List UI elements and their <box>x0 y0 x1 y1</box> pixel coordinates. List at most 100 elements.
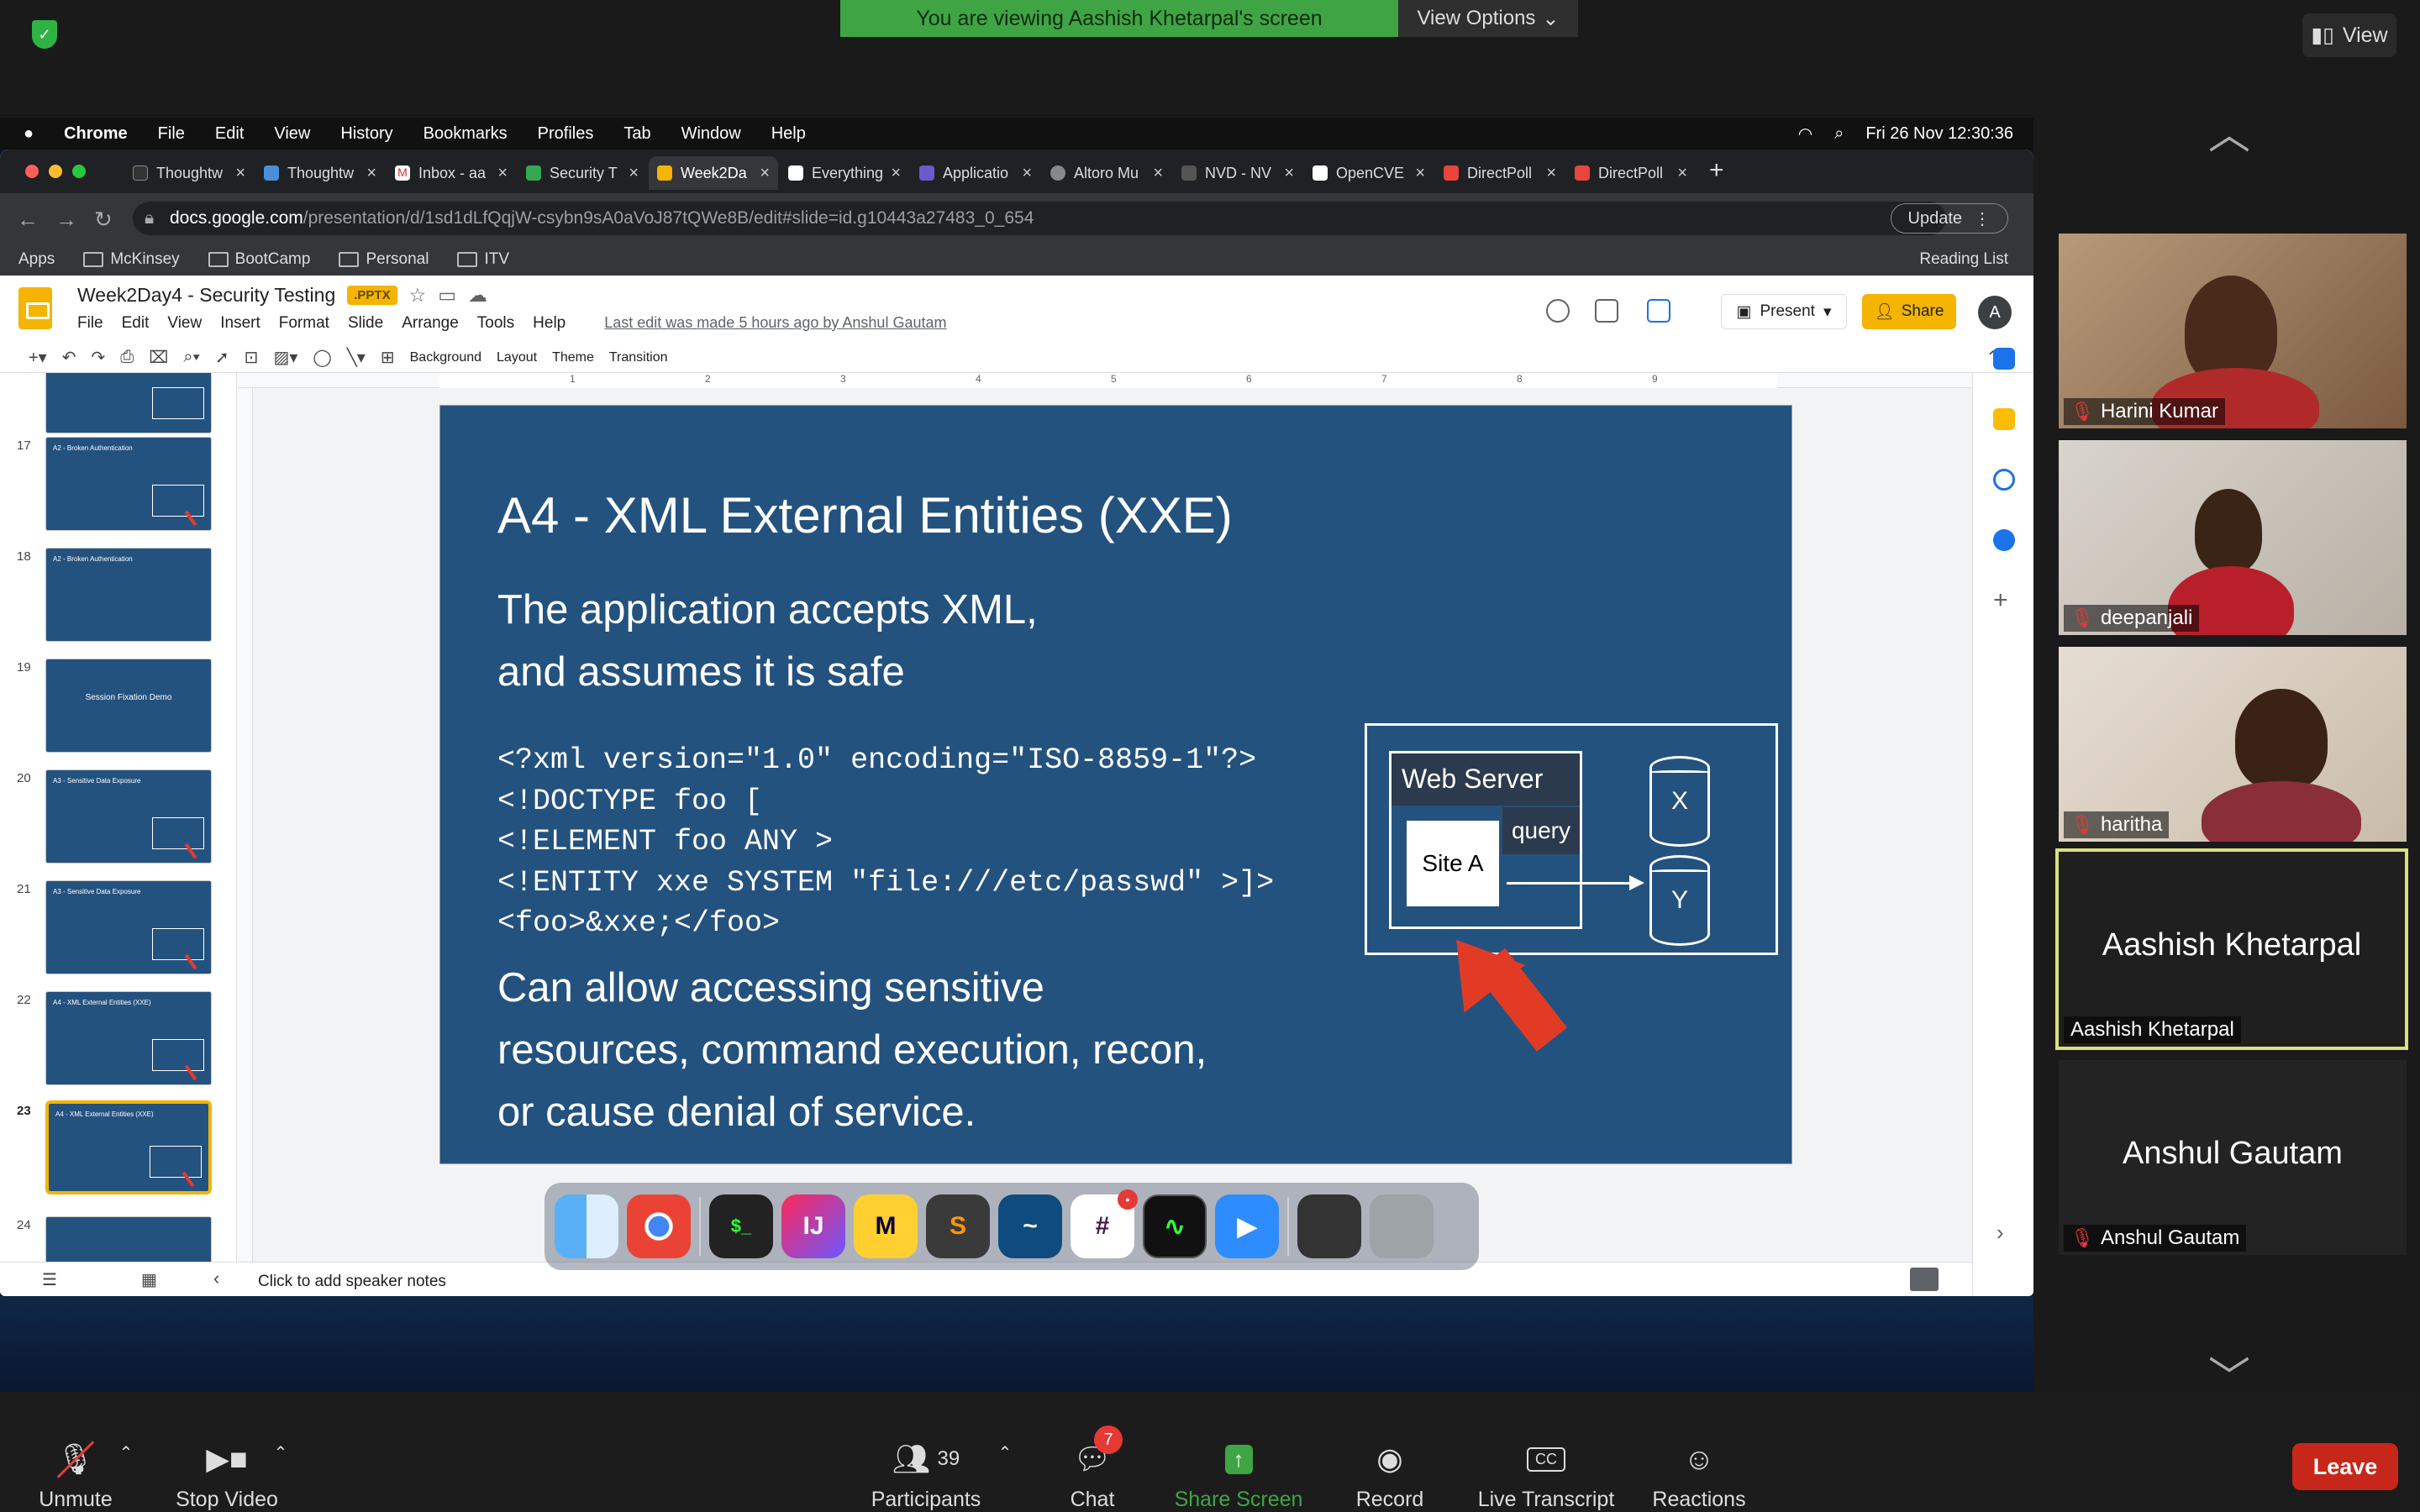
slide-thumbnail[interactable]: A3 - Sensitive Data Exposure <box>45 769 212 864</box>
slide-thumbnail[interactable]: A4 - XML External Entities (XXE) <box>45 991 212 1085</box>
browser-tab[interactable]: OpenCVE × <box>1304 156 1434 190</box>
menu-edit[interactable]: Edit <box>122 314 150 333</box>
close-tab-icon[interactable]: × <box>891 164 901 183</box>
textbox-icon[interactable]: ⊡ <box>245 347 259 368</box>
shape-icon[interactable]: ◯ <box>313 347 331 368</box>
close-tab-icon[interactable]: × <box>1022 164 1032 183</box>
close-tab-icon[interactable]: × <box>366 164 376 183</box>
zoom-icon[interactable]: ⌕▾ <box>183 348 200 367</box>
bookmark-folder-itv[interactable]: ITV <box>457 250 509 269</box>
update-button[interactable]: Update ⋮ <box>1890 203 2008 234</box>
view-options-button[interactable]: View Options ⌄ <box>1398 0 1578 37</box>
menu-view[interactable]: View <box>167 314 202 333</box>
transition-button[interactable]: Transition <box>609 350 668 365</box>
new-tab-icon[interactable]: + <box>1709 156 1724 190</box>
keep-icon[interactable] <box>1993 408 2015 430</box>
browser-tab[interactable]: DirectPoll × <box>1566 156 1696 190</box>
mac-menu-help[interactable]: Help <box>771 124 806 144</box>
trash-icon[interactable] <box>1370 1194 1434 1258</box>
print-icon[interactable]: ⎙ <box>120 348 134 367</box>
mac-menu-view[interactable]: View <box>274 124 310 144</box>
activity-icon[interactable] <box>1546 299 1570 323</box>
apple-icon[interactable]: ● <box>24 124 34 144</box>
browser-tab[interactable]: Everything × <box>780 156 909 190</box>
calendar-icon[interactable] <box>1993 348 2015 370</box>
screen-recording-icon[interactable] <box>1297 1194 1361 1258</box>
video-options-chevron-icon[interactable]: ⌃ <box>272 1442 289 1463</box>
back-icon[interactable]: ← <box>17 207 39 233</box>
current-slide[interactable]: A4 - XML External Entities (XXE) The app… <box>439 405 1792 1164</box>
doc-title[interactable]: Week2Day4 - Security Testing <box>77 284 335 307</box>
slide-thumbnail-selected[interactable]: A4 - XML External Entities (XXE) <box>45 1100 212 1194</box>
security-shield-icon[interactable]: ✓ <box>32 20 57 49</box>
move-folder-icon[interactable]: ▭ <box>438 284 456 307</box>
select-icon[interactable]: ➚ <box>215 347 229 368</box>
bookmark-folder-bootcamp[interactable]: BootCamp <box>208 250 311 269</box>
account-avatar[interactable]: A <box>1978 296 2012 329</box>
present-dropdown-icon[interactable]: ▾ <box>1823 302 1832 322</box>
line-icon[interactable]: ╲▾ <box>347 347 366 368</box>
menu-insert[interactable]: Insert <box>220 314 260 333</box>
slides-logo-icon[interactable] <box>18 287 52 329</box>
leave-button[interactable]: Leave <box>2292 1443 2398 1490</box>
mysql-workbench-icon[interactable]: ~ <box>998 1194 1062 1258</box>
share-button[interactable]: 👤︎ Share <box>1862 294 1956 329</box>
participant-tile[interactable]: Anshul Gautam 🎙︎ Anshul Gautam <box>2059 1060 2407 1255</box>
explore-icon[interactable] <box>1910 1268 1939 1291</box>
participant-tile[interactable]: 🎙︎ deepanjali <box>2059 440 2407 635</box>
menu-tools[interactable]: Tools <box>477 314 514 333</box>
participant-tile-active-speaker[interactable]: Aashish Khetarpal Aashish Khetarpal <box>2055 848 2408 1050</box>
close-tab-icon[interactable]: × <box>760 164 770 183</box>
star-icon[interactable]: ☆ <box>409 284 427 307</box>
close-tab-icon[interactable]: × <box>1546 164 1556 183</box>
mac-menu-history[interactable]: History <box>340 124 392 144</box>
bookmark-apps[interactable]: Apps <box>18 250 55 269</box>
view-button[interactable]: ▮▯ View <box>2302 13 2396 57</box>
bookmark-folder-personal[interactable]: Personal <box>339 250 429 269</box>
xxe-diagram[interactable]: Web Server Site A query X Y <box>1365 723 1778 955</box>
paint-format-icon[interactable]: ⌧ <box>149 347 168 368</box>
present-button[interactable]: ▣ Present ▾ <box>1721 294 1847 329</box>
comment-add-icon[interactable]: ⊞ <box>381 347 395 368</box>
browser-tab[interactable]: M Inbox - aa × <box>387 156 516 190</box>
mac-menu-edit[interactable]: Edit <box>215 124 244 144</box>
close-tab-icon[interactable]: × <box>629 164 639 183</box>
terminal-icon[interactable]: $_ <box>709 1194 773 1258</box>
browser-tab[interactable]: Thoughtw × <box>124 156 254 190</box>
close-window-icon[interactable] <box>25 165 39 178</box>
audio-options-chevron-icon[interactable]: ⌃ <box>118 1442 134 1463</box>
browser-tab[interactable]: NVD - NV × <box>1173 156 1302 190</box>
participant-tile[interactable]: 🎙︎ Harini Kumar <box>2059 234 2407 428</box>
reactions-button[interactable]: ☺ Reactions <box>1615 1436 1783 1512</box>
undo-icon[interactable]: ↶ <box>62 347 76 368</box>
close-tab-icon[interactable]: × <box>1284 164 1294 183</box>
menu-slide[interactable]: Slide <box>348 314 383 333</box>
last-edit-link[interactable]: Last edit was made 5 hours ago by Anshul… <box>604 314 946 333</box>
browser-tab[interactable]: DirectPoll × <box>1435 156 1565 190</box>
slide-title[interactable]: A4 - XML External Entities (XXE) <box>497 486 1233 544</box>
layout-button[interactable]: Layout <box>497 350 537 365</box>
menu-help[interactable]: Help <box>533 314 566 333</box>
mac-menu-bookmarks[interactable]: Bookmarks <box>424 124 508 144</box>
mac-menu-file[interactable]: File <box>158 124 185 144</box>
participant-tile[interactable]: 🎙︎ haritha <box>2059 647 2407 842</box>
slide-thumbnail[interactable]: A2 - Broken Authentication <box>45 437 212 531</box>
grid-view-icon[interactable]: ▦ <box>141 1269 157 1290</box>
expand-panel-icon[interactable]: › <box>1996 1220 2004 1246</box>
reload-icon[interactable]: ↻ <box>94 207 113 233</box>
slide-thumbnail[interactable] <box>45 373 212 433</box>
mac-menu-profiles[interactable]: Profiles <box>538 124 594 144</box>
address-bar[interactable]: 🔒︎ docs.google.com/presentation/d/1sd1dL… <box>133 202 1946 235</box>
browser-tab[interactable]: Thoughtw × <box>255 156 385 190</box>
menu-arrange[interactable]: Arrange <box>402 314 459 333</box>
record-button[interactable]: ◉ Record <box>1306 1436 1474 1512</box>
redo-icon[interactable]: ↷ <box>91 347 105 368</box>
slide-thumbnail[interactable] <box>45 1216 212 1262</box>
mac-menu-tab[interactable]: Tab <box>623 124 650 144</box>
reading-list[interactable]: Reading List <box>1919 250 2008 269</box>
zoom-window-icon[interactable] <box>72 165 86 178</box>
close-tab-icon[interactable]: × <box>1677 164 1687 183</box>
chat-button[interactable]: 💬︎ Chat <box>1008 1436 1176 1512</box>
mac-menu-window[interactable]: Window <box>681 124 741 144</box>
browser-tab[interactable]: Applicatio × <box>911 156 1040 190</box>
